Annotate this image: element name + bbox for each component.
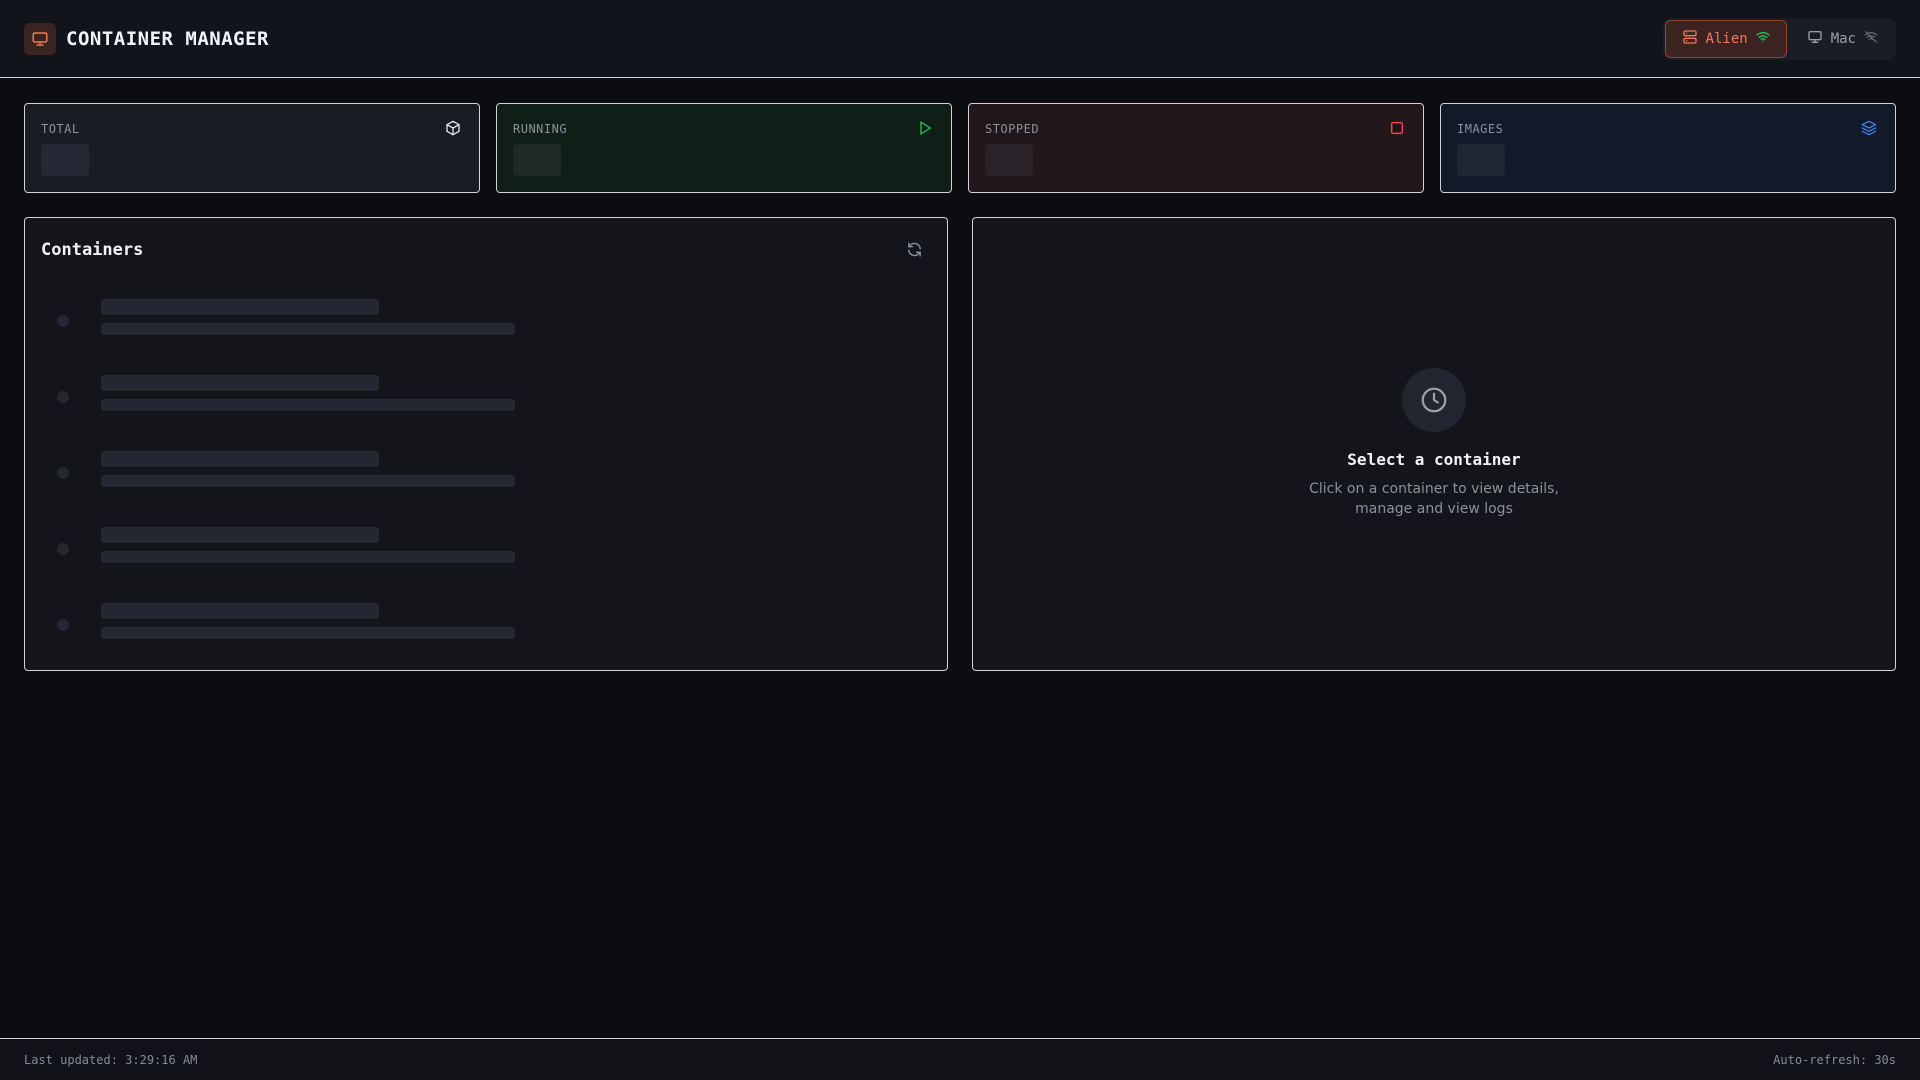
stat-value-skeleton — [1457, 144, 1505, 176]
stat-value-skeleton — [985, 144, 1033, 176]
name-skeleton — [101, 299, 379, 315]
stat-value-skeleton — [41, 144, 89, 176]
refresh-icon — [906, 241, 923, 262]
status-dot-skeleton — [57, 543, 69, 555]
brand: CONTAINER MANAGER — [24, 22, 269, 56]
list-item-skeleton — [41, 527, 921, 575]
host-button-mac[interactable]: Mac — [1791, 20, 1894, 58]
host-switcher: Alien Mac — [1662, 18, 1896, 60]
list-item-skeleton — [41, 299, 921, 347]
stat-label: IMAGES — [1457, 122, 1504, 136]
panel-title: Containers — [41, 240, 144, 260]
wifi-off-icon — [1864, 30, 1878, 48]
meta-skeleton — [101, 627, 515, 639]
last-updated-text: Last updated: 3:29:16 AM — [24, 1053, 198, 1067]
container-detail-panel: Select a container Click on a container … — [972, 217, 1896, 671]
clock-icon — [1402, 368, 1466, 432]
stat-card-stopped: STOPPED — [968, 103, 1424, 193]
status-bar: Last updated: 3:29:16 AM Auto-refresh: 3… — [0, 1038, 1920, 1080]
stat-label: STOPPED — [985, 122, 1040, 136]
list-item-skeleton — [41, 451, 921, 499]
meta-skeleton — [101, 551, 515, 563]
stat-value-skeleton — [513, 144, 561, 176]
app-logo-icon — [24, 23, 56, 55]
stat-card-total: TOTAL — [24, 103, 480, 193]
meta-skeleton — [101, 323, 515, 335]
auto-refresh-text: Auto-refresh: 30s — [1773, 1053, 1896, 1067]
name-skeleton — [101, 527, 379, 543]
name-skeleton — [101, 603, 379, 619]
host-label: Alien — [1705, 31, 1748, 47]
cube-icon — [445, 120, 463, 138]
empty-state-subtitle: Click on a container to view details, ma… — [1309, 481, 1559, 517]
stat-card-running: RUNNING — [496, 103, 952, 193]
meta-skeleton — [101, 475, 515, 487]
name-skeleton — [101, 375, 379, 391]
stat-label: RUNNING — [513, 122, 568, 136]
play-icon — [917, 120, 935, 138]
app-header: CONTAINER MANAGER Alien Mac — [0, 0, 1920, 78]
status-dot-skeleton — [57, 619, 69, 631]
app-title: CONTAINER MANAGER — [66, 28, 269, 50]
monitor-icon — [1807, 29, 1823, 49]
status-dot-skeleton — [57, 467, 69, 479]
empty-state: Select a container Click on a container … — [973, 368, 1895, 519]
layers-icon — [1861, 120, 1879, 138]
server-icon — [1682, 29, 1698, 49]
refresh-button[interactable] — [903, 240, 925, 262]
meta-skeleton — [101, 399, 515, 411]
status-dot-skeleton — [57, 391, 69, 403]
name-skeleton — [101, 451, 379, 467]
host-button-alien[interactable]: Alien — [1664, 20, 1787, 58]
list-item-skeleton — [41, 603, 921, 651]
stat-label: TOTAL — [41, 122, 80, 136]
list-item-skeleton — [41, 375, 921, 423]
wifi-icon — [1756, 30, 1770, 48]
empty-state-title: Select a container — [1347, 450, 1521, 469]
stat-card-images: IMAGES — [1440, 103, 1896, 193]
square-icon — [1389, 120, 1407, 138]
host-label: Mac — [1830, 31, 1856, 47]
containers-panel: Containers — [24, 217, 948, 671]
status-dot-skeleton — [57, 315, 69, 327]
